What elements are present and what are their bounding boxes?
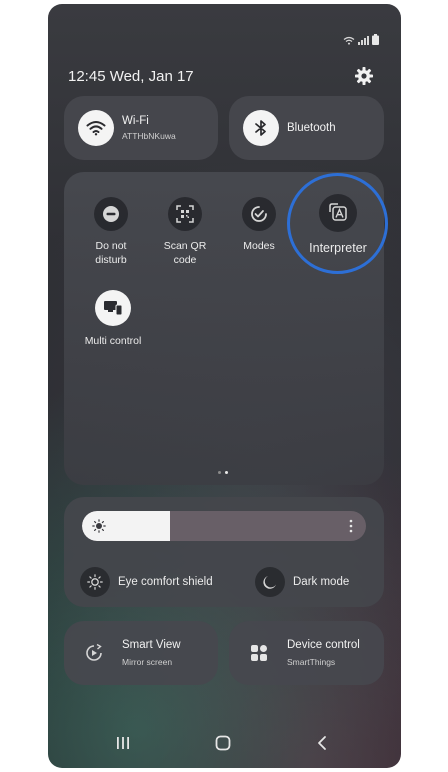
do-not-disturb-icon: [103, 206, 119, 222]
bluetooth-tile[interactable]: Bluetooth: [229, 96, 384, 160]
smart-view-title: Smart View: [122, 639, 181, 651]
dark-mode-toggle[interactable]: Dark mode: [255, 567, 349, 597]
more-options-icon[interactable]: [349, 519, 353, 533]
qr-scan-icon: [176, 205, 194, 223]
interpreter-label: Interpreter: [309, 241, 367, 255]
back-icon: [318, 736, 326, 750]
do-not-disturb-button[interactable]: Do not disturb: [71, 197, 151, 267]
scan-qr-button[interactable]: Scan QR code: [145, 197, 225, 267]
smart-view-icon: [86, 643, 102, 661]
do-not-disturb-toggle[interactable]: [94, 197, 128, 231]
multi-control-icon: [104, 301, 123, 316]
smart-view-button[interactable]: [80, 639, 108, 667]
scan-qr-toggle[interactable]: [168, 197, 202, 231]
page-dot-active: [225, 471, 228, 474]
recent-apps-icon: [117, 737, 129, 749]
device-control-tile[interactable]: Device control SmartThings: [229, 621, 384, 685]
brightness-slider[interactable]: [82, 511, 366, 541]
moon-icon: [263, 576, 276, 589]
quick-panel: 12:45 Wed, Jan 17 Wi-Fi ATTHbNKuwa Bluet…: [48, 4, 401, 768]
wifi-toggle[interactable]: [78, 110, 114, 146]
eye-comfort-label: Eye comfort shield: [118, 576, 213, 588]
eye-comfort-icon: [87, 574, 103, 590]
multi-control-button[interactable]: Multi control: [73, 290, 153, 348]
clock-date: 12:45 Wed, Jan 17: [68, 68, 194, 85]
device-control-subtitle: SmartThings: [287, 657, 336, 667]
interpreter-button[interactable]: Interpreter: [298, 194, 378, 255]
smart-view-subtitle: Mirror screen: [122, 657, 173, 667]
device-control-icon: [251, 645, 267, 661]
sun-icon: [92, 519, 106, 533]
battery-icon: [372, 34, 379, 45]
eye-comfort-button[interactable]: [80, 567, 110, 597]
modes-toggle[interactable]: [242, 197, 276, 231]
status-bar: [343, 34, 379, 45]
modes-icon: [251, 206, 267, 222]
wifi-icon: [86, 121, 106, 136]
bluetooth-toggle[interactable]: [243, 110, 279, 146]
bluetooth-icon: [255, 120, 266, 136]
dark-mode-label: Dark mode: [293, 576, 350, 588]
back-button[interactable]: [311, 732, 333, 754]
device-control-button[interactable]: [245, 639, 273, 667]
home-button[interactable]: [212, 732, 234, 754]
recent-apps-button[interactable]: [112, 732, 134, 754]
multi-control-label: Multi control: [84, 335, 142, 347]
do-not-disturb-label: Do not disturb: [95, 240, 127, 266]
device-control-title: Device control: [287, 639, 360, 651]
multi-control-toggle[interactable]: [95, 290, 131, 326]
page-dot: [218, 471, 221, 474]
wifi-network-name: ATTHbNKuwa: [122, 131, 176, 141]
home-icon: [215, 735, 231, 751]
modes-label: Modes: [243, 240, 275, 252]
interpreter-toggle[interactable]: [319, 194, 357, 232]
wifi-title: Wi-Fi: [122, 115, 149, 127]
gear-icon[interactable]: [354, 66, 374, 86]
smart-view-tile[interactable]: Smart View Mirror screen: [64, 621, 218, 685]
wifi-tile[interactable]: Wi-Fi ATTHbNKuwa: [64, 96, 218, 160]
signal-icon: [358, 36, 369, 45]
eye-comfort-toggle[interactable]: Eye comfort shield: [80, 567, 213, 597]
navigation-bar: [48, 728, 401, 758]
bluetooth-title: Bluetooth: [287, 122, 336, 134]
wifi-icon: [343, 36, 355, 45]
scan-qr-label: Scan QR code: [163, 240, 207, 266]
dark-mode-button[interactable]: [255, 567, 285, 597]
page-indicator: [218, 471, 228, 474]
interpreter-icon: [329, 203, 347, 221]
